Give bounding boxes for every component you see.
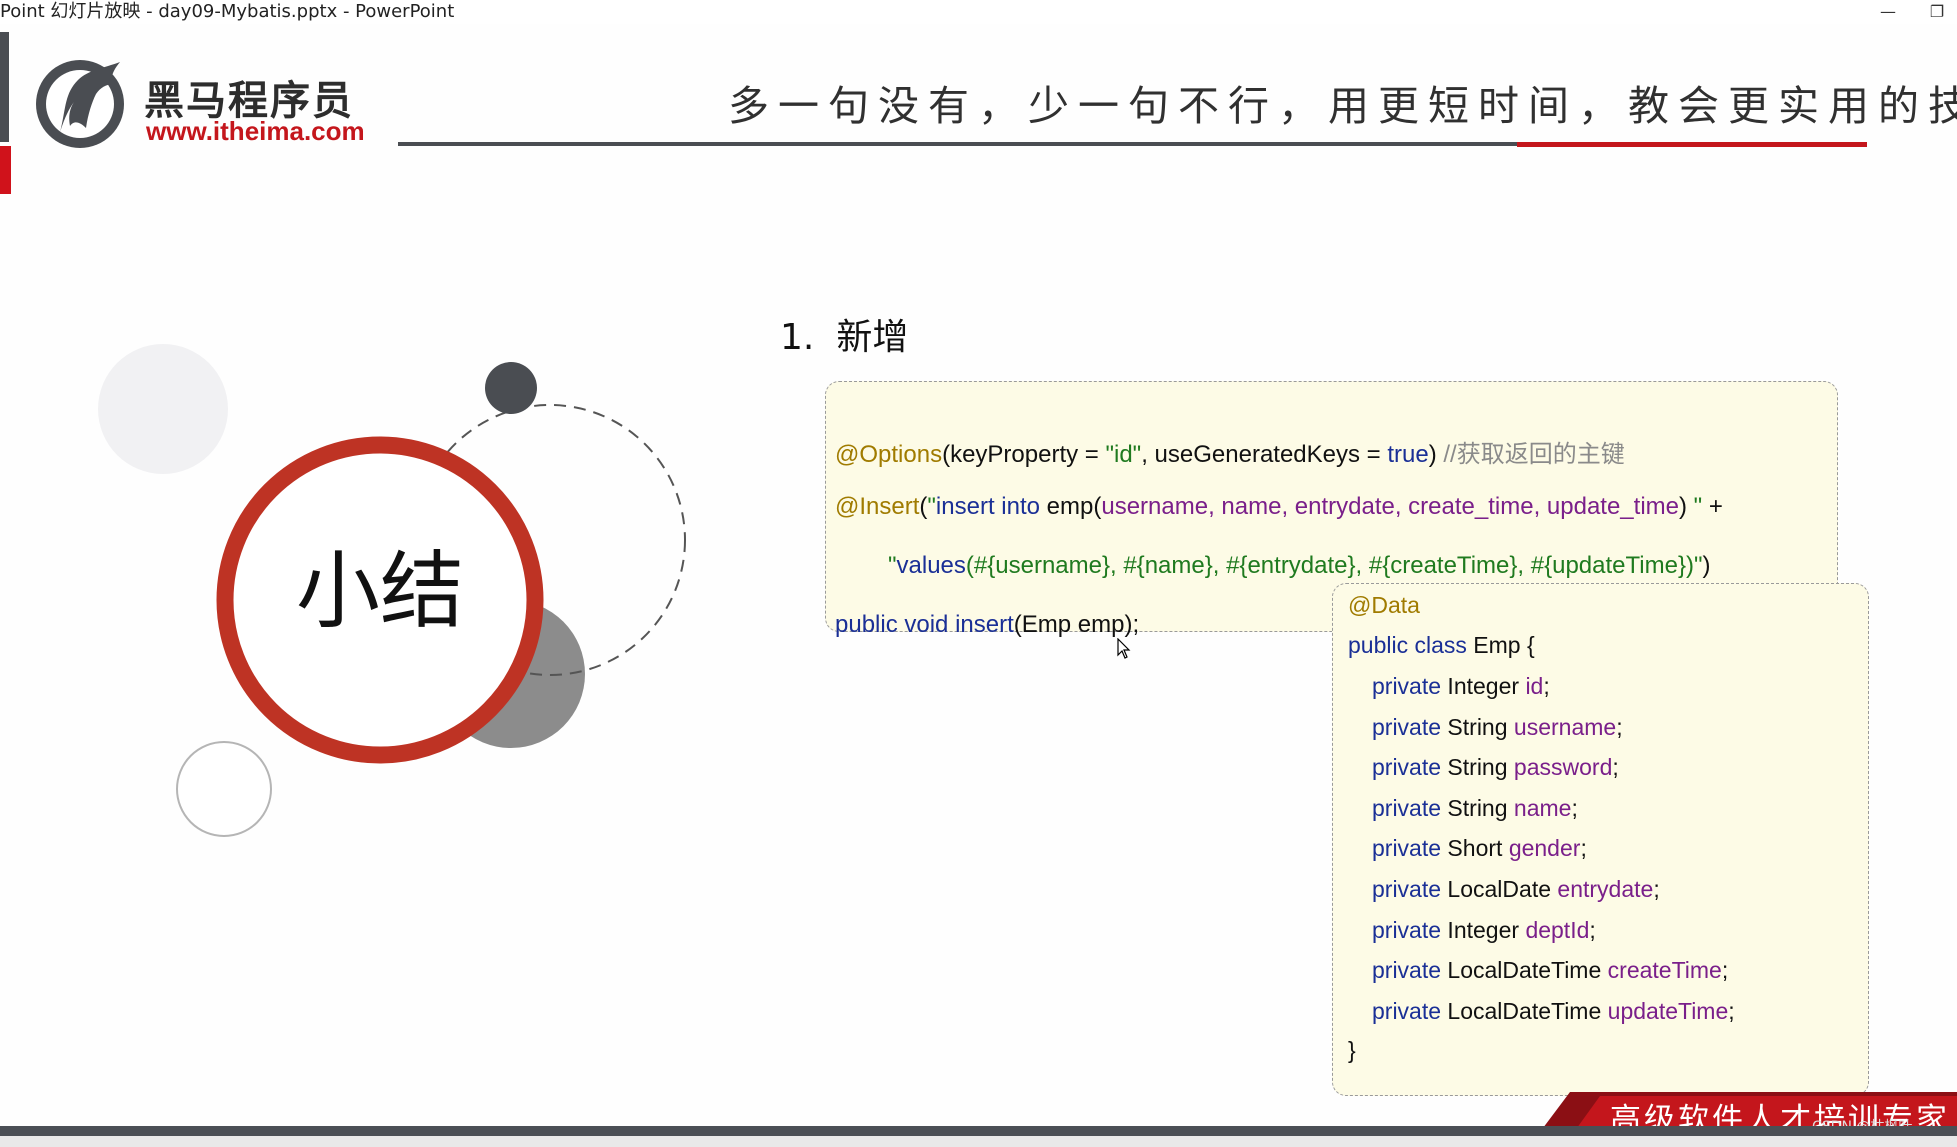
section-number: 1. (780, 317, 815, 358)
annotation-token: @Insert (835, 493, 920, 520)
code-line-insert: @Insert("insert into emp(username, name,… (835, 493, 1723, 520)
header-divider (398, 142, 1518, 146)
entity-field-line: private Short gender; (1372, 835, 1587, 862)
entity-code-box: @Data public class Emp { private Integer… (1332, 583, 1869, 1096)
entity-field-line: private LocalDate entrydate; (1372, 876, 1660, 902)
entity-field-line: private LocalDateTime createTime; (1372, 957, 1729, 984)
section-heading: 1. 新增 (780, 308, 908, 360)
mouse-cursor-icon (1117, 638, 1131, 659)
summary-title: 小结 (295, 542, 464, 640)
entity-field-line: private Integer deptId; (1372, 916, 1596, 943)
left-accent-bar (0, 32, 9, 142)
entity-field-line: private String username; (1372, 713, 1623, 740)
header-divider-accent (1517, 142, 1867, 147)
entity-field-line: private String password; (1372, 754, 1619, 781)
entity-field-line: private Integer id; (1372, 673, 1550, 699)
code-comment: //获取返回的主键 (1443, 441, 1625, 468)
entity-field-line: private String name; (1372, 794, 1578, 821)
taskbar-strip (0, 1136, 1957, 1147)
window-title: Point 幻灯片放映 - day09-Mybatis.pptx - Power… (0, 1, 455, 22)
left-accent-bar-red (0, 146, 11, 194)
code-line-method: public void insert(Emp emp); (835, 611, 1140, 638)
logo-url: www.itheima.com (146, 116, 365, 146)
slide[interactable]: 黑马程序员 www.itheima.com 多一句没有，少一句不行，用更短时间，… (0, 24, 1957, 1126)
horse-logo-icon (36, 60, 124, 148)
annotation-token: @Options (835, 441, 943, 468)
window-title-bar: Point 幻灯片放映 - day09-Mybatis.pptx - Power… (0, 0, 1957, 24)
code-line-options: @Options(keyProperty = "id", useGenerate… (835, 441, 1625, 468)
code-line-class: public class Emp { (1348, 632, 1535, 658)
watermark: CSDN @枯枫叶 (1812, 1116, 1912, 1126)
code-line-class-close: } (1348, 1037, 1356, 1063)
entity-field-line: private LocalDateTime updateTime; (1372, 997, 1735, 1024)
restore-button[interactable]: ❐ (1917, 0, 1957, 24)
code-line-data-annotation: @Data (1348, 592, 1420, 618)
minimize-button[interactable]: — (1868, 0, 1908, 24)
section-title: 新增 (836, 317, 909, 358)
code-line-values: "values(#{username}, #{name}, #{entrydat… (888, 552, 1711, 579)
header-slogan: 多一句没有，少一句不行，用更短时间，教会更实用的技术! (728, 82, 1957, 130)
